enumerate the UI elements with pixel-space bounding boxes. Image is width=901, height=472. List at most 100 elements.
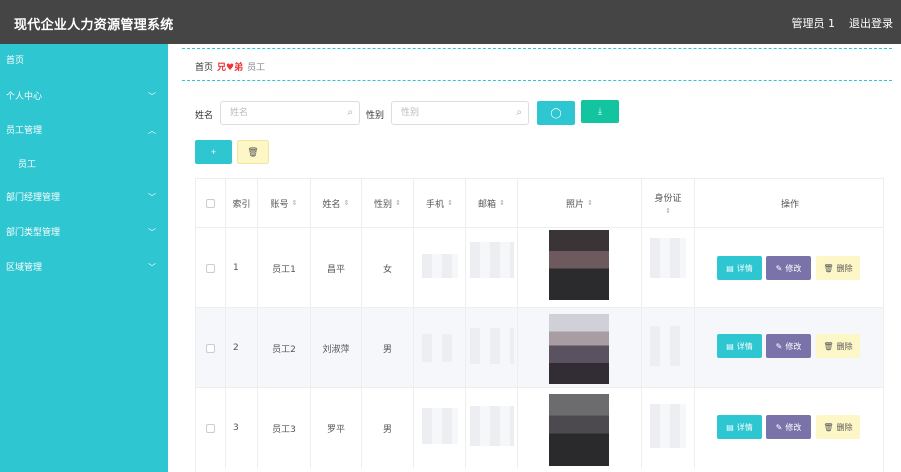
logout-link[interactable]: 退出登录 [849, 15, 893, 31]
row-checkbox[interactable] [206, 343, 215, 353]
detail-label: 详情 [736, 341, 753, 351]
sidebar-item-employee-mgmt[interactable]: 员工管理 ︿ [0, 114, 168, 148]
idcard-cell [642, 308, 695, 388]
index-cell: 2 [226, 308, 258, 388]
photo-cell [518, 308, 642, 388]
sidebar-item-label: 区域管理 [6, 263, 43, 273]
sidebar-item-label: 部门类型管理 [6, 228, 61, 238]
sidebar-item-region[interactable]: 区域管理 ﹀ [0, 251, 168, 285]
top-bar: 现代企业人力资源管理系统 管理员 1 退出登录 [0, 0, 901, 44]
account-cell: 员工3 [258, 388, 311, 468]
row-checkbox[interactable] [206, 423, 215, 433]
header-label: 邮箱 [478, 199, 497, 210]
divider [182, 48, 892, 49]
sort-icon: ⇕ [447, 199, 453, 207]
redacted-email [470, 406, 514, 446]
header-label: 手机 [426, 199, 445, 210]
redacted-idcard [650, 326, 686, 366]
edit-button[interactable]: ✎ 修改 [766, 334, 811, 358]
name-cell: 刘淑萍 [311, 308, 362, 388]
detail-button[interactable]: ▤ 详情 [717, 334, 762, 358]
idcard-cell [642, 228, 695, 308]
sort-icon: ⇕ [343, 199, 350, 207]
batch-delete-button[interactable]: 🗑 [237, 140, 269, 164]
detail-button[interactable]: ▤ 详情 [717, 256, 762, 280]
employee-photo [549, 394, 609, 466]
sidebar-item-label: 员工管理 [6, 126, 43, 136]
main-content: 首页 兄♥弟 员工 姓名 姓名 ⌕ 性别 性别 ⌕ ◯ ⤓ + 🗑 索引 账号 ⇕ 姓… [168, 44, 901, 472]
sidebar-item-personal[interactable]: 个人中心 ﹀ [0, 80, 168, 114]
sidebar-item-dept-manager[interactable]: 部门经理管理 ﹀ [0, 181, 168, 215]
header-label: 账号 [270, 199, 289, 210]
sidebar-item-label: 部门经理管理 [6, 193, 61, 203]
edit-label: 修改 [785, 341, 802, 351]
delete-label: 删除 [836, 422, 853, 432]
header-label: 身份证 [654, 194, 682, 204]
photo-cell [518, 388, 642, 468]
search-icon: ◯ [550, 107, 562, 119]
search-icon: ⌕ [347, 107, 353, 118]
header-account[interactable]: 账号 ⇕ [258, 179, 311, 227]
index-cell: 1 [226, 228, 258, 308]
pencil-icon: ✎ [775, 422, 783, 432]
download-button[interactable]: ⤓ [581, 100, 619, 123]
phone-cell [414, 388, 466, 468]
delete-button[interactable]: 🗑 删除 [816, 334, 860, 358]
gender-search-input[interactable]: 性别 ⌕ [391, 101, 529, 125]
sidebar-item-dept-type[interactable]: 部门类型管理 ﹀ [0, 216, 168, 250]
header-phone[interactable]: 手机 ⇕ [414, 179, 466, 227]
header-idcard[interactable]: 身份证 ⇕ [642, 179, 695, 227]
header-email[interactable]: 邮箱 ⇕ [466, 179, 518, 227]
select-all-checkbox[interactable] [206, 198, 215, 208]
row-select-cell [196, 308, 226, 388]
pencil-icon: ✎ [775, 263, 783, 273]
header-ops: 操作 [695, 179, 883, 227]
header-label: 照片 [566, 199, 585, 210]
account-cell: 员工2 [258, 308, 311, 388]
breadcrumb: 首页 兄♥弟 员工 [195, 60, 265, 73]
redacted-email [470, 328, 514, 364]
breadcrumb-separator: 兄♥弟 [217, 63, 244, 73]
header-name[interactable]: 姓名 ⇕ [311, 179, 362, 227]
gender-placeholder: 性别 [401, 108, 420, 118]
redacted-idcard [650, 404, 686, 448]
download-icon: ⤓ [598, 106, 602, 116]
name-cell: 昌平 [311, 228, 362, 308]
name-placeholder: 姓名 [230, 108, 249, 118]
gender-label: 性别 [366, 111, 385, 121]
sidebar-item-label: 员工 [18, 160, 37, 170]
app-title: 现代企业人力资源管理系统 [14, 18, 174, 33]
account-cell: 员工1 [258, 228, 311, 308]
delete-button[interactable]: 🗑 删除 [816, 415, 860, 439]
chevron-down-icon: ﹀ [148, 193, 156, 202]
edit-label: 修改 [785, 263, 802, 273]
chevron-down-icon: ﹀ [148, 263, 156, 272]
redacted-phone [422, 254, 458, 278]
document-icon: ▤ [726, 341, 734, 351]
gender-cell: 女 [362, 228, 414, 308]
header-gender[interactable]: 性别 ⇕ [362, 179, 414, 227]
name-search-input[interactable]: 姓名 ⌕ [220, 101, 360, 125]
edit-button[interactable]: ✎ 修改 [766, 415, 811, 439]
trash-icon: 🗑 [823, 341, 834, 351]
sort-icon: ⇕ [665, 207, 671, 215]
chevron-down-icon: ﹀ [148, 92, 156, 101]
edit-button[interactable]: ✎ 修改 [766, 256, 811, 280]
sidebar-item-employee[interactable]: 员工 [0, 148, 168, 182]
add-button[interactable]: + [195, 140, 232, 164]
sidebar-item-home[interactable]: 首页 [0, 44, 168, 78]
breadcrumb-home[interactable]: 首页 [195, 60, 213, 73]
detail-button[interactable]: ▤ 详情 [717, 415, 762, 439]
row-checkbox[interactable] [206, 263, 215, 273]
delete-button[interactable]: 🗑 删除 [816, 256, 860, 280]
header-select-cell [196, 179, 226, 227]
search-button[interactable]: ◯ [537, 101, 575, 125]
pencil-icon: ✎ [775, 341, 783, 351]
sort-icon: ⇕ [587, 199, 593, 207]
header-label: 姓名 [322, 199, 341, 210]
redacted-phone [422, 408, 458, 444]
current-user[interactable]: 管理员 1 [792, 15, 836, 31]
sort-icon: ⇕ [395, 199, 401, 207]
divider [182, 80, 892, 81]
header-photo[interactable]: 照片 ⇕ [518, 179, 642, 227]
